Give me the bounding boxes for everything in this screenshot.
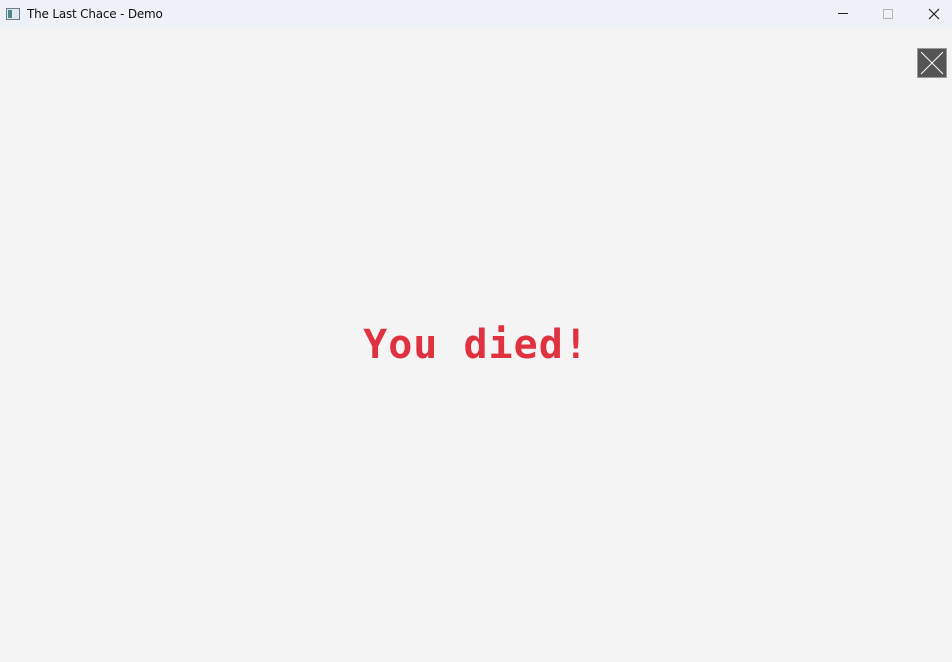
close-window-button[interactable] [911, 0, 952, 27]
title-bar[interactable]: The Last Chace - Demo [0, 0, 952, 27]
app-icon [6, 7, 20, 20]
window-title: The Last Chace - Demo [27, 6, 163, 21]
game-canvas: You died! [0, 27, 952, 662]
close-icon [928, 8, 940, 19]
game-window: The Last Chace - Demo You died! [0, 0, 952, 662]
death-message: You died! [363, 322, 589, 368]
maximize-icon [883, 8, 893, 19]
minimize-button[interactable] [820, 0, 866, 27]
x-icon [920, 51, 944, 75]
maximize-button[interactable] [865, 0, 911, 27]
quit-game-button[interactable] [917, 48, 947, 78]
minimize-icon [838, 13, 848, 14]
